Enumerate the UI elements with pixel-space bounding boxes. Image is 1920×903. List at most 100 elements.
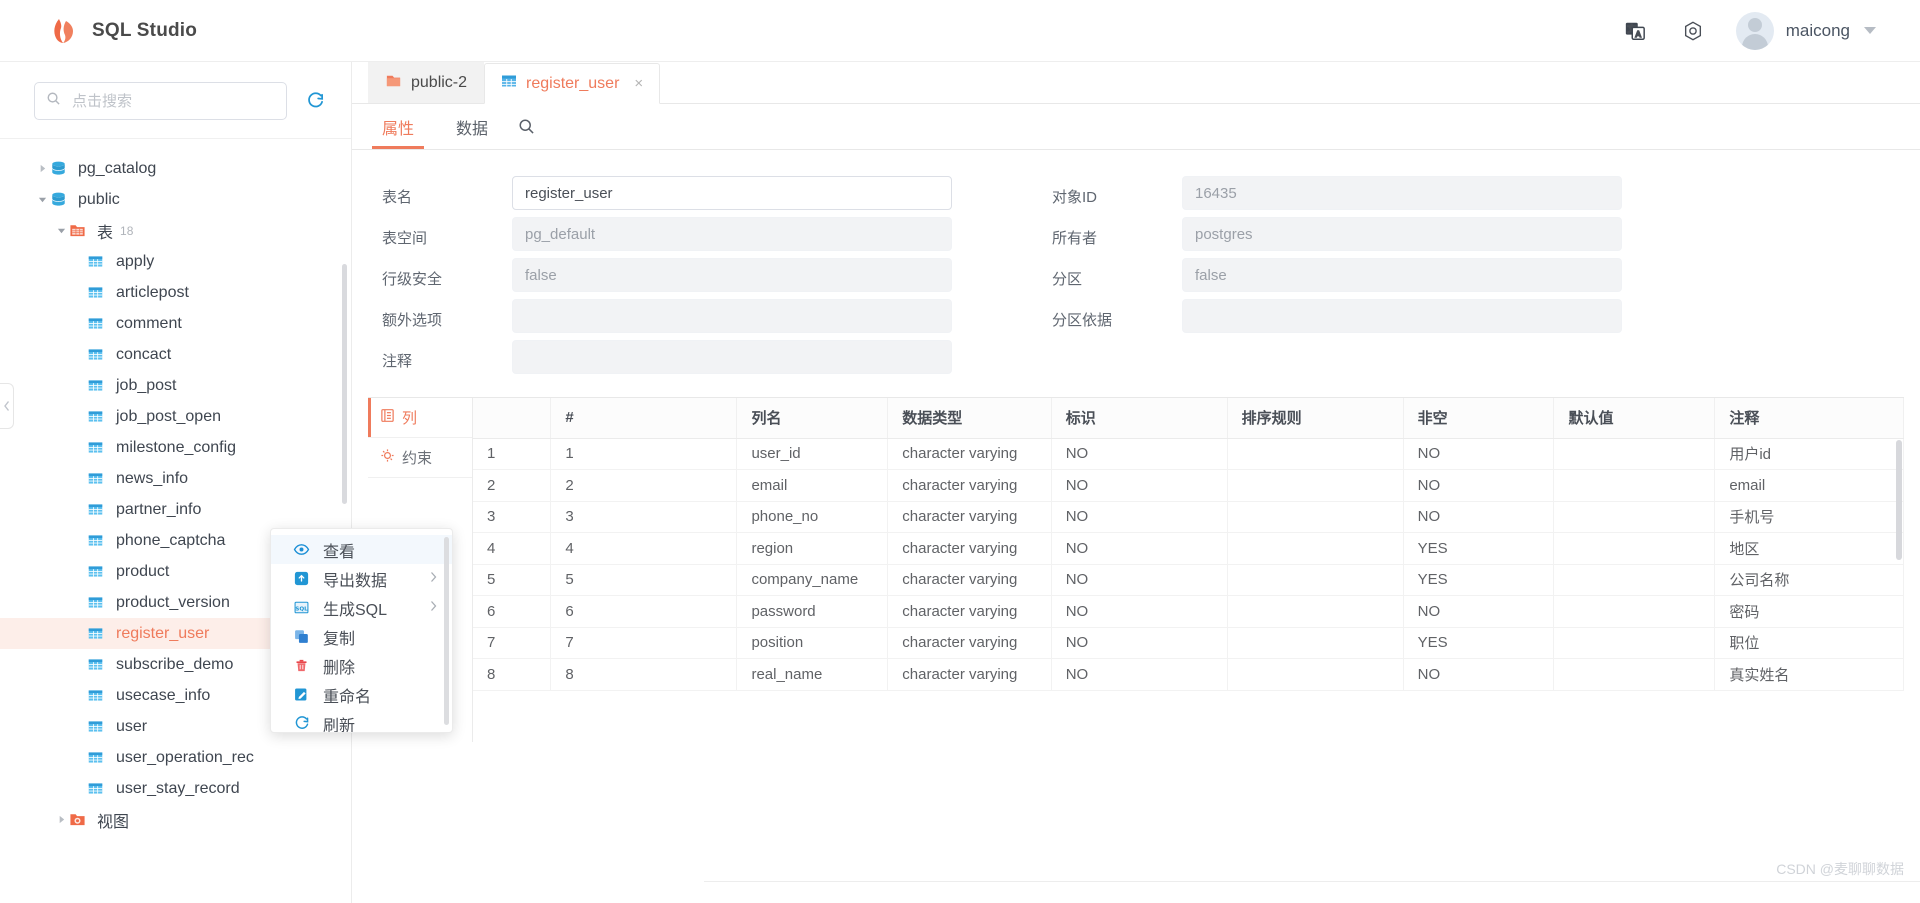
side-tab-constraints[interactable]: 约束 — [368, 438, 472, 478]
table-row[interactable]: 6 6 password character varying NO NO 密码 — [473, 595, 1904, 628]
chevron-down-icon[interactable] — [53, 226, 69, 235]
form-label: 所有者 — [1052, 230, 1098, 247]
table-cell: character varying — [887, 438, 1052, 470]
tree-item-partner_info[interactable]: partner_info — [0, 494, 351, 525]
column-header[interactable]: # — [550, 398, 738, 439]
tree-item-milestone_config[interactable]: milestone_config — [0, 432, 351, 463]
table-icon — [88, 750, 108, 765]
chevron-down-icon — [1864, 27, 1876, 34]
table-row[interactable]: 4 4 region character varying NO YES 地区 — [473, 532, 1904, 565]
translate-icon[interactable]: 文 A — [1620, 16, 1650, 46]
sidebar: pg_catalogpublic 表 18 apply articlepost comme… — [0, 62, 352, 903]
tree-item-user_stay_record[interactable]: user_stay_record — [0, 773, 351, 804]
tree-item-label: user_operation_rec — [116, 748, 254, 766]
table-cell: 真实姓名 — [1714, 658, 1904, 691]
tree-item-apply[interactable]: apply — [0, 246, 351, 277]
table-cell: YES — [1403, 564, 1555, 596]
tree-item-label: product_version — [116, 593, 230, 611]
tab-public-2[interactable]: public-2 — [368, 62, 485, 103]
table-row[interactable]: 8 8 real_name character varying NO NO 真实姓名 — [473, 658, 1904, 691]
tree-item-[interactable]: 表 18 — [0, 215, 351, 246]
subtab-properties[interactable]: 属性 — [368, 104, 428, 149]
tab-register-user[interactable]: register_user × — [484, 63, 661, 104]
tree-item-news_info[interactable]: news_info — [0, 463, 351, 494]
column-header[interactable]: 非空 — [1403, 398, 1555, 439]
column-header[interactable]: 默认值 — [1553, 398, 1716, 439]
table-icon — [88, 471, 108, 486]
context-menu-item[interactable]: 导出数据 — [271, 564, 452, 593]
table-cell — [1227, 595, 1404, 628]
side-tab-columns[interactable]: 列 — [368, 398, 472, 438]
context-menu-item[interactable]: 删除 — [271, 651, 452, 680]
form-spacer — [952, 299, 1052, 340]
column-header[interactable] — [473, 398, 552, 439]
app-title: SQL Studio — [92, 19, 198, 41]
table-row[interactable]: 2 2 email character varying NO NO email — [473, 469, 1904, 502]
theme-circle-icon[interactable] — [1678, 16, 1708, 46]
table-cell: 职位 — [1714, 627, 1904, 659]
table-cell: NO — [1051, 438, 1228, 470]
refresh-icon[interactable] — [303, 89, 327, 113]
context-menu-scrollbar[interactable] — [444, 537, 449, 725]
tree-item-job_post[interactable]: job_post — [0, 370, 351, 401]
watermark: CSDN @麦聊聊数据 — [1776, 861, 1904, 877]
tree-item-public[interactable]: public — [0, 184, 351, 215]
tree-item-label: user_stay_record — [116, 779, 240, 797]
tree-item-articlepost[interactable]: articlepost — [0, 277, 351, 308]
chevron-right-icon[interactable] — [53, 815, 69, 824]
table-cell: 地区 — [1714, 532, 1904, 565]
search-icon — [46, 91, 61, 111]
chevron-down-icon[interactable] — [34, 195, 50, 204]
table-icon — [88, 657, 108, 672]
tree-item-pg_catalog[interactable]: pg_catalog — [0, 153, 351, 184]
context-menu-label: 导出数据 — [323, 572, 388, 590]
search-input[interactable] — [70, 91, 275, 111]
table-cell — [1227, 438, 1404, 470]
context-menu-label: 重命名 — [323, 688, 372, 706]
context-menu-item[interactable]: 重命名 — [271, 680, 452, 709]
form-label: 对象ID — [1052, 189, 1098, 206]
table-cell: NO — [1403, 595, 1555, 628]
chevron-right-icon[interactable] — [34, 164, 50, 173]
table-cell: character varying — [887, 564, 1052, 596]
form-input — [1182, 299, 1622, 333]
user-menu[interactable]: maicong — [1735, 11, 1876, 50]
tree-item-job_post_open[interactable]: job_post_open — [0, 401, 351, 432]
close-icon[interactable]: × — [634, 75, 643, 92]
context-menu-item[interactable]: 查看 — [271, 535, 452, 564]
tree-item-comment[interactable]: comment — [0, 308, 351, 339]
grid-vertical-scrollbar[interactable] — [1896, 440, 1902, 560]
table-row[interactable]: 1 1 user_id character varying NO NO 用户id — [473, 438, 1904, 470]
tree-item-concact[interactable]: concact — [0, 339, 351, 370]
tree-item-[interactable]: 视图 — [0, 804, 351, 835]
table-icon — [88, 626, 108, 641]
context-menu-label: 删除 — [323, 659, 356, 677]
search-box[interactable] — [34, 82, 287, 120]
form-input[interactable]: register_user — [512, 176, 952, 210]
table-row[interactable]: 7 7 position character varying NO YES 职位 — [473, 627, 1904, 659]
context-menu-label: 复制 — [323, 630, 356, 648]
tree-item-user_operation_rec[interactable]: user_operation_rec — [0, 742, 351, 773]
table-row[interactable]: 3 3 phone_no character varying NO NO 手机号 — [473, 501, 1904, 533]
subtab-search-icon[interactable] — [516, 104, 545, 149]
rename-icon — [293, 686, 312, 703]
sidebar-collapse-handle[interactable] — [0, 383, 14, 429]
table-icon — [88, 781, 108, 796]
column-header[interactable]: 列名 — [736, 398, 889, 439]
context-menu-item[interactable]: SQL 生成SQL — [271, 593, 452, 622]
column-header[interactable]: 数据类型 — [887, 398, 1052, 439]
column-header[interactable]: 排序规则 — [1227, 398, 1404, 439]
sidebar-scrollbar[interactable] — [342, 264, 347, 504]
table-cell: 6 — [550, 595, 738, 628]
table-row[interactable]: 5 5 company_name character varying NO YES 公司名称 — [473, 564, 1904, 596]
column-header[interactable]: 注释 — [1714, 398, 1904, 439]
table-icon — [88, 719, 108, 734]
column-header[interactable]: 标识 — [1051, 398, 1228, 439]
context-menu-item[interactable]: 刷新 — [271, 709, 452, 732]
brand: SQL Studio — [50, 17, 197, 45]
context-menu-item[interactable]: 复制 — [271, 622, 452, 651]
subtab-label: 属性 — [382, 120, 415, 138]
subtab-data[interactable]: 数据 — [442, 104, 502, 149]
form-input: 16435 — [1182, 176, 1622, 210]
form-spacer — [952, 217, 1052, 258]
